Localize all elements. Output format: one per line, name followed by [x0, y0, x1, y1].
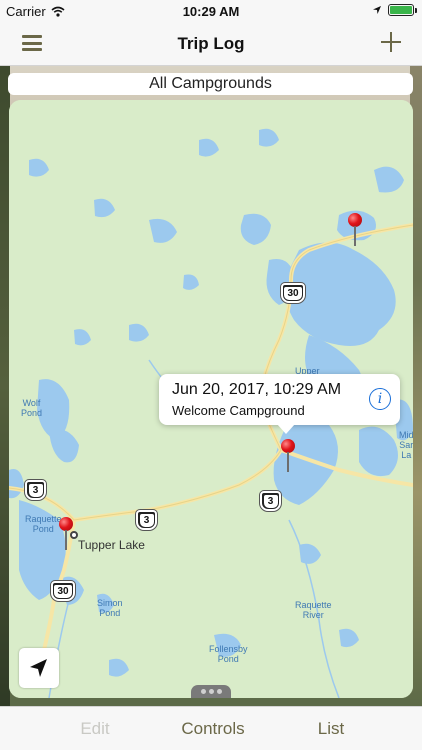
map-view[interactable]: Upper Wolf Pond Raquette Pond Simon Pond… [9, 100, 413, 698]
drawer-drag-handle[interactable] [191, 685, 231, 698]
tab-bar: Edit Controls List [0, 706, 422, 750]
callout-date: Jun 20, 2017, 10:29 AM [172, 381, 342, 398]
status-time: 10:29 AM [182, 4, 240, 19]
town-label: Tupper Lake [78, 538, 145, 552]
page-title: Trip Log [177, 34, 245, 53]
water-label-follensby-pond: Follensby Pond [209, 644, 248, 664]
tab-list[interactable]: List [296, 719, 366, 739]
route-shield-3-west: 3 [25, 480, 46, 500]
pin-callout[interactable]: Jun 20, 2017, 10:29 AM Welcome Campgroun… [159, 374, 400, 434]
water-label-raquette-pond: Raquette Pond [25, 514, 62, 534]
campground-pin-welcome[interactable] [281, 439, 295, 475]
campground-pin-northeast[interactable] [348, 213, 362, 249]
callout-campground-name: Welcome Campground [172, 403, 305, 418]
campground-filter[interactable]: All Campgrounds [8, 73, 413, 95]
route-shield-3-east: 3 [260, 491, 281, 511]
plus-icon[interactable] [378, 29, 404, 55]
route-shield-30-south: 30 [51, 581, 75, 601]
tab-edit[interactable]: Edit [60, 719, 130, 739]
location-services-icon [373, 6, 381, 14]
tab-controls[interactable]: Controls [168, 719, 258, 739]
status-right [372, 4, 417, 16]
location-arrow-glyph [30, 659, 47, 677]
navigation-bar: Trip Log [0, 22, 422, 66]
route-shield-3-mid: 3 [136, 510, 157, 530]
water-label-mid-sar-la: Mid Sar La [399, 430, 413, 460]
route-shield-30-north: 30 [281, 283, 305, 303]
info-icon[interactable]: i [369, 388, 391, 410]
water-label-wolf-pond: Wolf Pond [21, 398, 43, 418]
location-arrow-icon[interactable] [19, 648, 59, 688]
campground-pin-raquette-pond[interactable] [59, 517, 73, 553]
battery-fill [390, 6, 412, 14]
water-label-simon-pond: Simon Pond [97, 598, 123, 618]
battery-icon [388, 4, 417, 16]
status-bar: Carrier 10:29 AM [0, 0, 422, 22]
water-label-raquette-river: Raquette River [295, 600, 332, 620]
